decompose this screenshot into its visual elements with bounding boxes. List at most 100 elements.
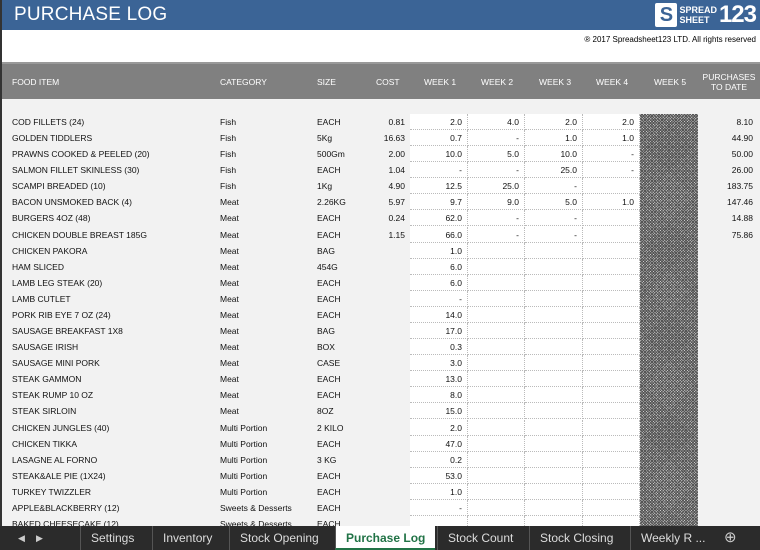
week1-cell[interactable]: 0.3 <box>410 339 468 356</box>
week1-cell[interactable]: 62.0 <box>410 210 468 227</box>
food-item-cell[interactable]: CHICKEN TIKKA <box>12 439 77 449</box>
week2-cell[interactable] <box>467 403 525 420</box>
week2-cell[interactable] <box>467 355 525 372</box>
week3-cell[interactable] <box>525 371 583 388</box>
food-item-cell[interactable]: TURKEY TWIZZLER <box>12 487 91 497</box>
week3-cell[interactable]: 5.0 <box>525 194 583 211</box>
week2-cell[interactable] <box>467 451 525 468</box>
size-cell[interactable]: EACH <box>317 230 341 240</box>
week3-cell[interactable] <box>525 419 583 436</box>
category-cell[interactable]: Multi Portion <box>220 455 267 465</box>
category-cell[interactable]: Multi Portion <box>220 471 267 481</box>
week3-cell[interactable] <box>525 451 583 468</box>
category-cell[interactable]: Meat <box>220 326 239 336</box>
week2-cell[interactable] <box>467 387 525 404</box>
week4-cell[interactable] <box>582 419 640 436</box>
week2-cell[interactable]: - <box>467 162 525 179</box>
week4-cell[interactable] <box>582 451 640 468</box>
week4-cell[interactable] <box>582 242 640 259</box>
size-cell[interactable]: EACH <box>317 487 341 497</box>
food-item-cell[interactable]: PORK RIB EYE 7 OZ (24) <box>12 310 111 320</box>
size-cell[interactable]: BOX <box>317 342 335 352</box>
week2-cell[interactable]: - <box>467 226 525 243</box>
week4-cell[interactable] <box>582 499 640 516</box>
category-cell[interactable]: Meat <box>220 246 239 256</box>
week4-cell[interactable] <box>582 387 640 404</box>
category-cell[interactable]: Meat <box>220 213 239 223</box>
week3-cell[interactable] <box>525 306 583 323</box>
week1-cell[interactable]: 15.0 <box>410 403 468 420</box>
week1-cell[interactable]: 13.0 <box>410 371 468 388</box>
week2-cell[interactable] <box>467 290 525 307</box>
week3-cell[interactable] <box>525 258 583 275</box>
size-cell[interactable]: EACH <box>317 213 341 223</box>
week4-cell[interactable] <box>582 483 640 500</box>
size-cell[interactable]: EACH <box>317 165 341 175</box>
week4-cell[interactable] <box>582 403 640 420</box>
category-cell[interactable]: Fish <box>220 165 236 175</box>
sheet-tab[interactable]: Stock Opening <box>229 526 329 550</box>
week1-cell[interactable]: 6.0 <box>410 258 468 275</box>
week3-cell[interactable] <box>525 435 583 452</box>
week1-cell[interactable]: - <box>410 162 468 179</box>
week2-cell[interactable]: 4.0 <box>467 114 525 130</box>
week4-cell[interactable]: - <box>582 162 640 179</box>
week2-cell[interactable] <box>467 483 525 500</box>
category-cell[interactable]: Fish <box>220 181 236 191</box>
size-cell[interactable]: EACH <box>317 439 341 449</box>
week3-cell[interactable] <box>525 242 583 259</box>
size-cell[interactable]: 1Kg <box>317 181 332 191</box>
category-cell[interactable]: Fish <box>220 149 236 159</box>
week2-cell[interactable] <box>467 306 525 323</box>
week4-cell[interactable] <box>582 178 640 195</box>
week3-cell[interactable] <box>525 499 583 516</box>
week3-cell[interactable] <box>525 290 583 307</box>
food-item-cell[interactable]: GOLDEN TIDDLERS <box>12 133 92 143</box>
week1-cell[interactable]: 2.0 <box>410 419 468 436</box>
week4-cell[interactable]: 2.0 <box>582 114 640 130</box>
scroll-left-icon[interactable]: ◀ <box>18 526 25 550</box>
food-item-cell[interactable]: BACON UNSMOKED BACK (4) <box>12 197 132 207</box>
size-cell[interactable]: EACH <box>317 503 341 513</box>
week1-cell[interactable]: 14.0 <box>410 306 468 323</box>
week4-cell[interactable] <box>582 355 640 372</box>
week3-cell[interactable]: 2.0 <box>525 114 583 130</box>
size-cell[interactable]: CASE <box>317 358 340 368</box>
week2-cell[interactable] <box>467 258 525 275</box>
size-cell[interactable]: BAG <box>317 246 335 256</box>
week3-cell[interactable]: - <box>525 226 583 243</box>
week3-cell[interactable] <box>525 387 583 404</box>
week3-cell[interactable] <box>525 339 583 356</box>
food-item-cell[interactable]: SCAMPI BREADED (10) <box>12 181 106 191</box>
category-cell[interactable]: Meat <box>220 358 239 368</box>
week2-cell[interactable] <box>467 339 525 356</box>
week2-cell[interactable] <box>467 323 525 340</box>
week1-cell[interactable]: 9.7 <box>410 194 468 211</box>
size-cell[interactable]: EACH <box>317 471 341 481</box>
category-cell[interactable]: Meat <box>220 197 239 207</box>
category-cell[interactable]: Meat <box>220 310 239 320</box>
size-cell[interactable]: 454G <box>317 262 338 272</box>
size-cell[interactable]: 2.26KG <box>317 197 346 207</box>
week4-cell[interactable] <box>582 467 640 484</box>
week2-cell[interactable] <box>467 419 525 436</box>
category-cell[interactable]: Multi Portion <box>220 487 267 497</box>
week2-cell[interactable]: 9.0 <box>467 194 525 211</box>
size-cell[interactable]: EACH <box>317 117 341 127</box>
week2-cell[interactable] <box>467 274 525 291</box>
food-item-cell[interactable]: STEAK GAMMON <box>12 374 81 384</box>
size-cell[interactable]: 5Kg <box>317 133 332 143</box>
week1-cell[interactable]: 12.5 <box>410 178 468 195</box>
week3-cell[interactable] <box>525 355 583 372</box>
size-cell[interactable]: BAG <box>317 326 335 336</box>
week4-cell[interactable]: 1.0 <box>582 194 640 211</box>
food-item-cell[interactable]: CHICKEN DOUBLE BREAST 185G <box>12 230 147 240</box>
size-cell[interactable]: 8OZ <box>317 406 334 416</box>
food-item-cell[interactable]: SAUSAGE BREAKFAST 1X8 <box>12 326 123 336</box>
category-cell[interactable]: Multi Portion <box>220 423 267 433</box>
week1-cell[interactable]: 53.0 <box>410 467 468 484</box>
food-item-cell[interactable]: SALMON FILLET SKINLESS (30) <box>12 165 139 175</box>
week1-cell[interactable]: 0.7 <box>410 130 468 147</box>
week2-cell[interactable]: 25.0 <box>467 178 525 195</box>
category-cell[interactable]: Meat <box>220 230 239 240</box>
